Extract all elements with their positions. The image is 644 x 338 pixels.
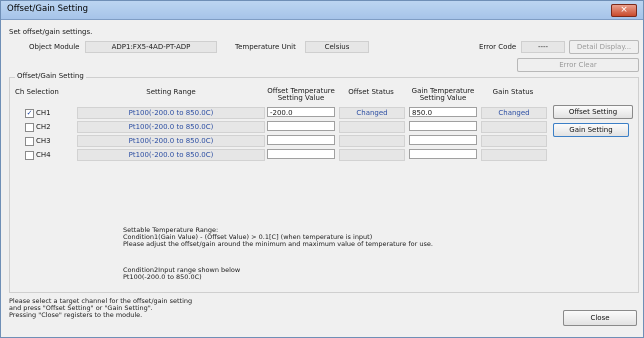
offset-setting-button[interactable]: Offset Setting xyxy=(553,105,633,119)
close-button[interactable]: Close xyxy=(563,310,637,326)
temp-unit-label: Temperature Unit xyxy=(235,43,296,51)
ch4-label: CH4 xyxy=(36,151,51,159)
ch2-label: CH2 xyxy=(36,123,51,131)
ch3-checkbox[interactable] xyxy=(25,137,34,146)
ch4-gain-input[interactable] xyxy=(409,149,477,159)
ch2-gain-input[interactable] xyxy=(409,121,477,131)
detail-display-button[interactable]: Detail Display... xyxy=(569,40,639,54)
ch3-gain-input[interactable] xyxy=(409,135,477,145)
ch1-checkbox[interactable]: ✓ xyxy=(25,109,34,118)
header-gain-status: Gain Status xyxy=(492,88,534,96)
ch2-checkbox[interactable] xyxy=(25,123,34,132)
title-bar: Offset/Gain Setting × xyxy=(1,1,643,20)
header-offset-status: Offset Status xyxy=(348,88,394,96)
gain-setting-button[interactable]: Gain Setting xyxy=(553,123,629,137)
ch1-gain-input[interactable]: 850.0 xyxy=(409,107,477,117)
offset-gain-dialog: Offset/Gain Setting × Set offset/gain se… xyxy=(0,0,644,338)
ch4-offset-input[interactable] xyxy=(267,149,335,159)
ch2-offset-status xyxy=(339,121,405,133)
ch4-gain-status xyxy=(481,149,547,161)
intro-text: Set offset/gain settings. xyxy=(9,28,93,36)
header-setting-range: Setting Range xyxy=(146,88,196,96)
header-offset-value: Offset Temperature Setting Value xyxy=(267,87,335,102)
module-value: ADP1:FX5-4AD-PT-ADP xyxy=(85,41,217,53)
ch3-offset-input[interactable] xyxy=(267,135,335,145)
group-label: Offset/Gain Setting xyxy=(15,72,86,80)
ch2-range: Pt100(-200.0 to 850.0C) xyxy=(77,121,265,133)
ch1-offset-status: Changed xyxy=(339,107,405,119)
header-gain-value: Gain Temperature Setting Value xyxy=(411,87,475,102)
ch3-gain-status xyxy=(481,135,547,147)
ch2-gain-status xyxy=(481,121,547,133)
ch1-gain-status: Changed xyxy=(481,107,547,119)
condition2-note: Condition2Input range shown below Pt100(… xyxy=(123,266,241,281)
ch4-offset-status xyxy=(339,149,405,161)
ch2-offset-input[interactable] xyxy=(267,121,335,131)
window-title: Offset/Gain Setting xyxy=(7,4,89,14)
ch4-range: Pt100(-200.0 to 850.0C) xyxy=(77,149,265,161)
ch1-offset-input[interactable]: -200.0 xyxy=(267,107,335,117)
ch1-label: CH1 xyxy=(36,109,51,117)
module-label: Object Module xyxy=(29,43,80,51)
header-ch-selection: Ch Selection xyxy=(15,88,59,96)
error-code-label: Error Code xyxy=(479,43,517,51)
temp-unit-value: Celsius xyxy=(305,41,369,53)
ch1-range: Pt100(-200.0 to 850.0C) xyxy=(77,107,265,119)
footer-instructions: Please select a target channel for the o… xyxy=(9,297,193,319)
ch3-offset-status xyxy=(339,135,405,147)
error-clear-button[interactable]: Error Clear xyxy=(517,58,639,72)
settable-range-note: Settable Temperature Range: Condition1(G… xyxy=(123,226,433,248)
error-code-value: ---- xyxy=(521,41,565,53)
close-window-button[interactable]: × xyxy=(611,4,637,17)
ch4-checkbox[interactable] xyxy=(25,151,34,160)
ch3-range: Pt100(-200.0 to 850.0C) xyxy=(77,135,265,147)
ch3-label: CH3 xyxy=(36,137,51,145)
